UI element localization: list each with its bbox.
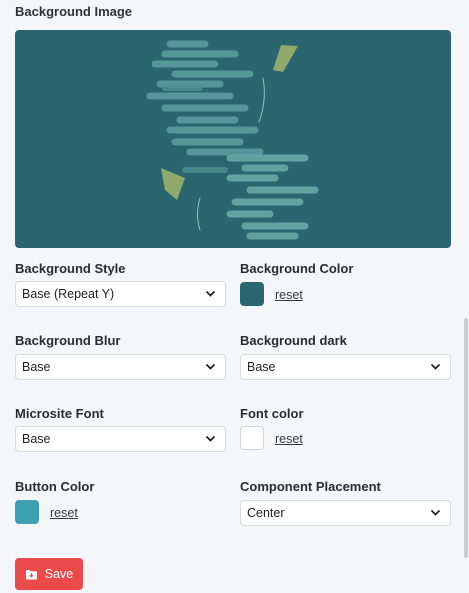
background-dark-value: Base	[247, 360, 276, 374]
button-color-reset-link[interactable]: reset	[50, 506, 78, 520]
component-placement-select[interactable]: Center	[240, 500, 451, 526]
scrollbar[interactable]	[464, 318, 468, 558]
save-button-label: Save	[44, 567, 74, 581]
chevron-down-icon	[205, 435, 216, 442]
save-button[interactable]: Save	[15, 558, 83, 590]
background-style-select[interactable]: Base (Repeat Y)	[15, 281, 226, 307]
section-title: Background Image	[15, 4, 133, 19]
background-pattern-illustration	[146, 40, 319, 240]
background-color-reset-link[interactable]: reset	[275, 288, 303, 302]
chevron-down-icon	[430, 363, 441, 370]
background-image-preview[interactable]	[15, 30, 451, 248]
background-blur-value: Base	[22, 360, 51, 374]
font-color-reset-link[interactable]: reset	[275, 432, 303, 446]
button-color-swatch[interactable]	[15, 500, 39, 524]
save-icon	[25, 569, 37, 579]
microsite-font-value: Base	[22, 432, 51, 446]
background-color-swatch[interactable]	[240, 282, 264, 306]
chevron-down-icon	[430, 509, 441, 516]
component-placement-label: Component Placement	[240, 479, 381, 494]
background-blur-label: Background Blur	[15, 333, 121, 348]
button-color-label: Button Color	[15, 479, 95, 494]
background-dark-select[interactable]: Base	[240, 354, 451, 380]
microsite-font-select[interactable]: Base	[15, 426, 226, 452]
chevron-down-icon	[205, 290, 216, 297]
chevron-down-icon	[205, 363, 216, 370]
font-color-swatch[interactable]	[240, 426, 264, 450]
component-placement-value: Center	[247, 506, 285, 520]
background-color-label: Background Color	[240, 261, 354, 276]
background-style-label: Background Style	[15, 261, 126, 276]
font-color-label: Font color	[240, 406, 304, 421]
background-style-value: Base (Repeat Y)	[22, 287, 115, 301]
background-dark-label: Background dark	[240, 333, 347, 348]
microsite-font-label: Microsite Font	[15, 406, 104, 421]
background-blur-select[interactable]: Base	[15, 354, 226, 380]
